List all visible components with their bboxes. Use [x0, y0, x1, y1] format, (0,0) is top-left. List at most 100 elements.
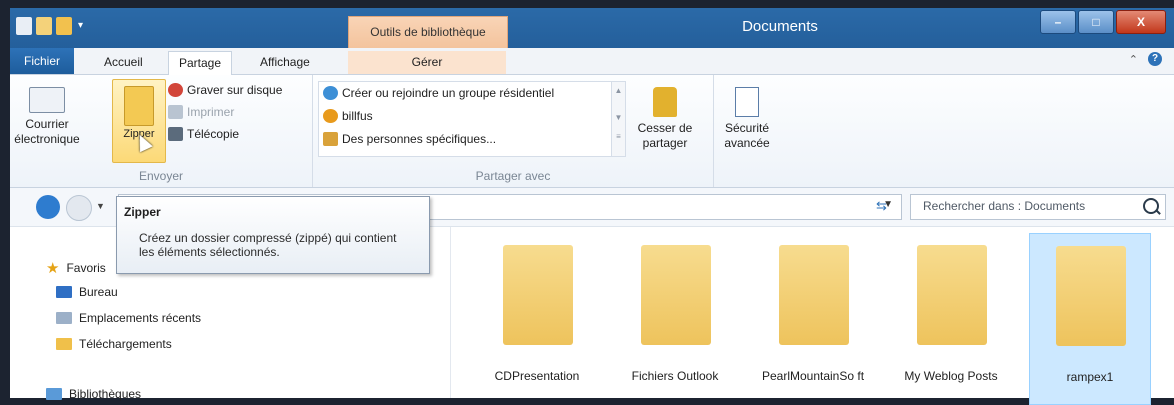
- gallery-scrollbar[interactable]: ▲ ▼ ≡: [611, 82, 625, 156]
- nav-item-downloads[interactable]: Téléchargements: [56, 337, 172, 351]
- close-button[interactable]: X: [1116, 10, 1166, 34]
- ribbon: Courrier électronique Zipper Graver sur …: [10, 75, 1174, 188]
- share-item-label: Des personnes spécifiques...: [342, 132, 497, 146]
- security-label-2: avancée: [724, 136, 770, 150]
- zip-tooltip: Zipper Créez un dossier compressé (zippé…: [116, 196, 430, 274]
- tab-share[interactable]: Partage: [168, 51, 233, 76]
- stop-sharing-button[interactable]: Cesser de partager: [635, 87, 695, 151]
- star-icon: ★: [46, 260, 60, 277]
- back-button[interactable]: [36, 195, 60, 219]
- nav-item-label: Bureau: [79, 285, 118, 299]
- tab-manage[interactable]: Gérer: [348, 51, 506, 74]
- folder-item[interactable]: PearlMountainSo ft: [753, 233, 873, 403]
- recent-places-icon: [56, 312, 72, 324]
- security-label-1: Sécurité: [724, 121, 770, 135]
- share-gallery: Créer ou rejoindre un groupe résidentiel…: [318, 81, 626, 157]
- desktop-icon: [56, 286, 72, 298]
- folder-icon: [503, 245, 573, 345]
- print-button[interactable]: Imprimer: [168, 105, 234, 119]
- nav-item-desktop[interactable]: Bureau: [56, 285, 118, 299]
- nav-libraries[interactable]: Bibliothèques: [46, 387, 141, 401]
- burn-disc-button[interactable]: Graver sur disque: [168, 83, 282, 97]
- refresh-icon[interactable]: ⇆: [876, 198, 887, 214]
- folder-icon: [641, 245, 711, 345]
- folder-icon: [1056, 246, 1126, 346]
- folder-item[interactable]: My Weblog Posts: [891, 233, 1011, 403]
- window-controls: – □ X: [1040, 10, 1166, 34]
- ribbon-group-send: Courrier électronique Zipper Graver sur …: [10, 75, 313, 187]
- ribbon-group-share-with: Créer ou rejoindre un groupe résidentiel…: [313, 75, 714, 187]
- fax-button[interactable]: Télécopie: [168, 127, 239, 141]
- search-input[interactable]: Rechercher dans : Documents: [923, 199, 1085, 213]
- ribbon-group-security: Sécurité avancée: [714, 75, 780, 187]
- folder-icon: [779, 245, 849, 345]
- folder-item-selected[interactable]: rampex1: [1029, 233, 1151, 405]
- share-item-specific-people[interactable]: Des personnes spécifiques...: [323, 132, 496, 146]
- tooltip-title: Zipper: [124, 205, 161, 219]
- nav-favorites-label: Favoris: [66, 261, 106, 275]
- folder-icon: [917, 245, 987, 345]
- people-icon: [323, 132, 338, 146]
- share-item-homegroup[interactable]: Créer ou rejoindre un groupe résidentiel: [323, 86, 554, 100]
- minimize-button[interactable]: –: [1040, 10, 1076, 34]
- fax-label: Télécopie: [187, 127, 240, 141]
- share-item-label: Créer ou rejoindre un groupe résidentiel: [342, 86, 555, 100]
- collapse-ribbon-icon[interactable]: ⌃: [1129, 53, 1138, 66]
- nav-item-recent-places[interactable]: Emplacements récents: [56, 311, 201, 325]
- help-icon[interactable]: ?: [1148, 52, 1162, 66]
- security-list-icon: [735, 87, 759, 117]
- explorer-window: ▾ Outils de bibliothèque Documents – □ X…: [10, 8, 1174, 405]
- new-folder-icon[interactable]: [36, 17, 52, 35]
- share-item-label: billfus: [342, 109, 373, 123]
- folder-icon[interactable]: [56, 17, 72, 35]
- nav-favorites[interactable]: ★ Favoris: [46, 259, 106, 277]
- folder-item[interactable]: Fichiers Outlook: [615, 233, 735, 403]
- advanced-security-button[interactable]: Sécurité avancée: [718, 87, 776, 151]
- homegroup-icon: [323, 86, 338, 100]
- search-box[interactable]: Rechercher dans : Documents: [910, 194, 1166, 220]
- share-item-user[interactable]: billfus: [323, 109, 373, 123]
- email-label-1: Courrier: [25, 117, 69, 131]
- customize-qat-icon[interactable]: ▾: [78, 17, 83, 35]
- folder-name: PearlMountainSo ft: [761, 369, 865, 383]
- burn-disc-label: Graver sur disque: [187, 83, 283, 97]
- nav-item-label: Emplacements récents: [79, 311, 202, 325]
- print-label: Imprimer: [187, 105, 235, 119]
- nav-libraries-label: Bibliothèques: [69, 387, 142, 401]
- folder-name: Fichiers Outlook: [631, 369, 719, 383]
- printer-icon: [168, 105, 183, 119]
- folder-name: rampex1: [1066, 370, 1114, 384]
- tab-view[interactable]: Affichage: [250, 51, 320, 74]
- user-flower-icon: [323, 109, 338, 123]
- title-bar: ▾ Outils de bibliothèque Documents – □ X: [10, 8, 1174, 49]
- file-list: CDPresentation Fichiers Outlook PearlMou…: [451, 227, 1174, 405]
- downloads-folder-icon: [56, 338, 72, 350]
- maximize-button[interactable]: □: [1078, 10, 1114, 34]
- zip-folder-icon: [124, 86, 154, 126]
- libraries-icon: [46, 388, 62, 400]
- email-icon: [29, 87, 65, 113]
- scroll-up-icon[interactable]: ▲: [612, 86, 625, 95]
- quick-access-toolbar: ▾: [16, 17, 83, 35]
- recent-locations-icon[interactable]: ▼: [96, 201, 105, 211]
- lock-icon: [653, 87, 677, 117]
- folder-item[interactable]: CDPresentation: [477, 233, 597, 403]
- ribbon-tab-row: Fichier Accueil Partage Affichage Gérer …: [10, 48, 1174, 76]
- context-tab-group-label: Outils de bibliothèque: [348, 16, 508, 49]
- group-label-send: Envoyer: [138, 169, 184, 183]
- gallery-more-icon[interactable]: ≡: [612, 132, 625, 141]
- folder-name: CDPresentation: [494, 369, 580, 383]
- stop-sharing-label-2: partager: [642, 136, 688, 150]
- forward-button[interactable]: [66, 195, 92, 221]
- tab-home[interactable]: Accueil: [94, 51, 153, 74]
- window-title: Documents: [742, 18, 818, 35]
- scroll-down-icon[interactable]: ▼: [612, 113, 625, 122]
- nav-item-label: Téléchargements: [79, 337, 172, 351]
- stop-sharing-label-1: Cesser de: [637, 121, 693, 135]
- search-icon[interactable]: [1143, 198, 1159, 214]
- email-button[interactable]: Courrier électronique: [14, 87, 80, 147]
- tab-file[interactable]: Fichier: [10, 48, 75, 74]
- folder-name: My Weblog Posts: [904, 369, 998, 383]
- folder-properties-icon[interactable]: [16, 17, 32, 35]
- fax-icon: [168, 127, 183, 141]
